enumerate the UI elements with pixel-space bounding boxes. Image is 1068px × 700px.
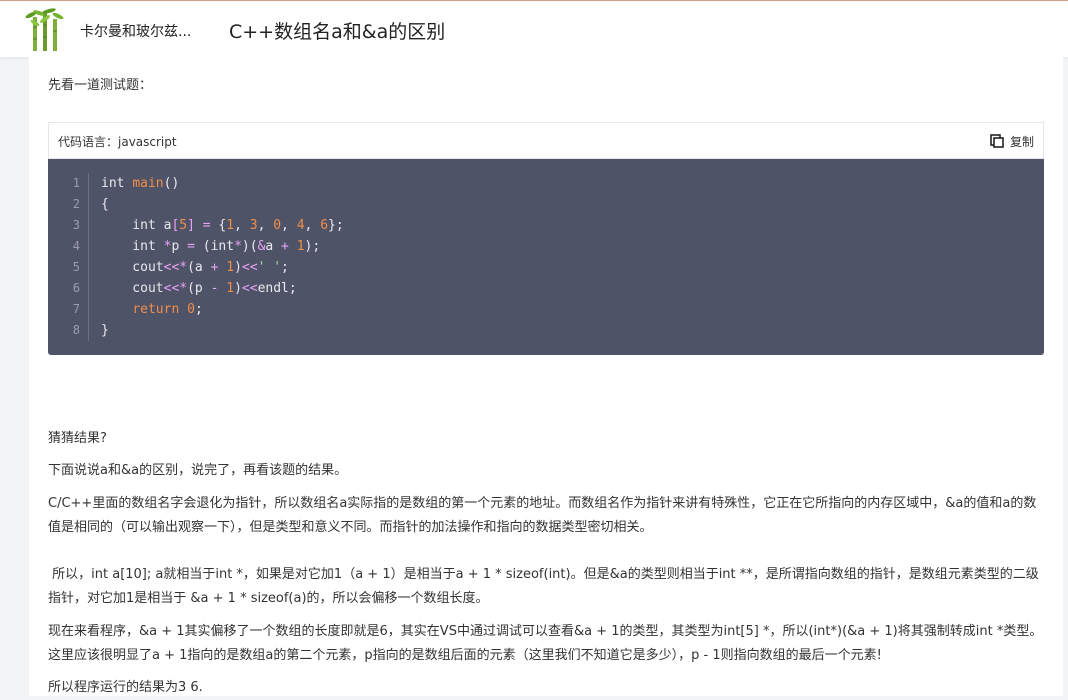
line-number: 8 (72, 323, 80, 337)
article-title: C++数组名a和&a的区别 (229, 21, 446, 43)
copy-icon (990, 134, 1004, 148)
paragraph-program-analysis: 现在来看程序，&a + 1其实偏移了一个数组的长度即就是6，其实在VS中通过调试… (48, 624, 1043, 663)
code-line: cout<<*(a + 1)<<' '; (101, 260, 289, 275)
line-number: 7 (72, 302, 80, 316)
line-number: 6 (72, 281, 80, 295)
code-line: int main() (101, 176, 180, 191)
paragraph-intro-diff: 下面说说a和&a的区别，说完了，再看该题的结果。 (48, 463, 348, 478)
paragraph-result: 所以程序运行的结果为3 6. (48, 680, 203, 695)
paragraph-pointer-types: 所以，int a[10]; a就相当于int *，如果是对它加1（a + 1）是… (48, 567, 1039, 606)
intro-text: 先看一道测试题： (48, 78, 153, 93)
line-number: 1 (72, 176, 80, 190)
copy-label: 复制 (1009, 134, 1034, 149)
paragraph-guess: 猜猜结果? (48, 431, 107, 446)
code-line: cout<<*(p - 1)<<endl; (101, 281, 297, 296)
line-number: 4 (72, 239, 80, 253)
copy-button[interactable]: 复制 (990, 132, 1034, 150)
line-number: 3 (72, 218, 80, 232)
code-line: int a[5] = {1, 3, 0, 4, 6}; (101, 218, 344, 233)
line-number-gutter: 1 2 3 4 5 6 7 8 (48, 173, 89, 341)
code-line: return 0; (132, 302, 203, 317)
line-number: 5 (72, 260, 80, 274)
code-line: { (101, 197, 109, 212)
article-content: 先看一道测试题： 代码语言：javascript 复制 1 2 3 4 5 6 … (29, 57, 1063, 696)
code-line: int *p = (int*)(&a + 1); (101, 239, 321, 254)
code-lines: int main() { int a[5] = {1, 3, 0, 4, 6};… (101, 173, 344, 341)
code-language-label: 代码语言：javascript (58, 135, 177, 149)
top-bar: 卡尔曼和玻尔兹... C++数组名a和&a的区别 (0, 0, 1068, 57)
author-name[interactable]: 卡尔曼和玻尔兹... (80, 21, 191, 41)
paragraph-array-decay: C/C++里面的数组名字会退化为指针，所以数组名a实际指的是数组的第一个元素的地… (48, 496, 1037, 535)
code-header: 代码语言：javascript 复制 (48, 122, 1044, 159)
line-number: 2 (72, 197, 80, 211)
code-block[interactable]: 1 2 3 4 5 6 7 8 int main() { int a[5] = … (48, 159, 1044, 355)
bamboo-avatar-icon[interactable] (25, 7, 65, 51)
code-line: } (101, 323, 109, 338)
